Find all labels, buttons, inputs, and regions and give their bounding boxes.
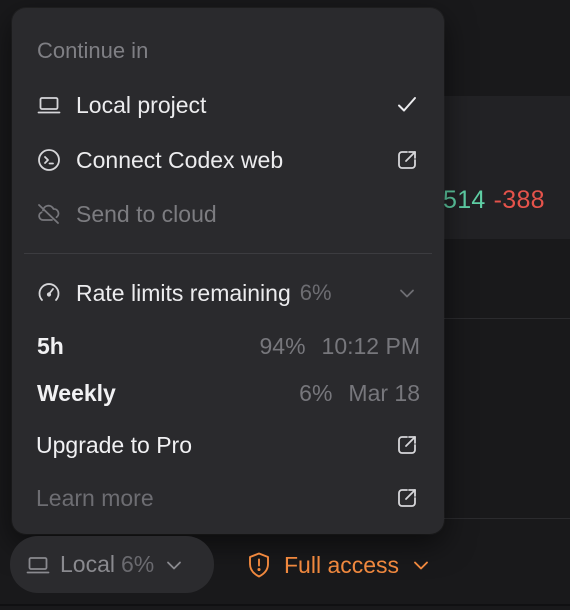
external-link-icon [394,485,420,511]
rate-limit-name: Weekly [37,379,116,406]
terminal-circle-icon [36,147,62,173]
rate-limits-label: Rate limits remaining [76,279,291,306]
external-link-icon [394,432,420,458]
learn-more-link[interactable]: Learn more [12,476,444,520]
menu-divider [24,253,432,254]
local-percent: 6% [120,551,155,577]
menu-item-local-project[interactable]: Local project [12,83,444,127]
access-label: Full access [284,551,400,578]
rate-limit-values: 6% Mar 18 [299,380,420,407]
checkmark-icon [394,92,420,118]
laptop-icon [26,554,50,576]
chevron-down-icon [411,555,431,575]
rate-limits-toggle[interactable]: Rate limits remaining 6% [12,271,444,315]
cloud-off-icon [36,201,62,227]
continue-in-menu: Continue in Local project Connect Codex … [12,8,444,534]
upgrade-to-pro-link[interactable]: Upgrade to Pro [12,423,444,467]
section-label: Continue in [37,38,149,63]
full-access-button[interactable]: Full access [246,547,431,583]
diff-added-count: 514 [443,186,486,214]
rate-limit-reset: Mar 18 [348,379,420,406]
learn-more-label: Learn more [36,484,154,511]
menu-item-label: Send to cloud [76,200,217,227]
local-label: Local [60,551,115,577]
menu-item-connect-codex-web[interactable]: Connect Codex web [12,138,444,182]
laptop-icon [36,92,62,118]
rate-limit-percent: 94% [259,332,306,359]
chevron-down-icon [394,280,420,306]
menu-item-label: Connect Codex web [76,146,284,173]
menu-item-label: Local project [76,91,207,118]
gauge-icon [36,280,62,306]
upgrade-label: Upgrade to Pro [36,431,192,458]
diff-stats: 514 -388 [443,186,545,215]
rate-limit-reset: 10:12 PM [321,332,420,359]
rate-limit-row-5h: 5h 94% 10:12 PM [37,328,420,364]
chevron-down-icon [164,555,184,575]
rate-limit-values: 94% 10:12 PM [260,333,421,360]
window-bottom-edge [0,604,570,606]
app-window: 514 -388 Continue in Local project Conne… [0,0,570,610]
external-link-icon [394,147,420,173]
rate-limit-row-weekly: Weekly 6% Mar 18 [37,375,420,411]
local-environment-button[interactable]: Local 6% [10,536,214,593]
rate-limit-name: 5h [37,332,64,359]
shield-alert-icon [246,551,272,579]
diff-removed-count: -388 [493,186,545,214]
rate-limits-percent: 6% [299,280,332,305]
rate-limit-percent: 6% [299,379,333,406]
menu-item-send-to-cloud[interactable]: Send to cloud [12,192,444,236]
